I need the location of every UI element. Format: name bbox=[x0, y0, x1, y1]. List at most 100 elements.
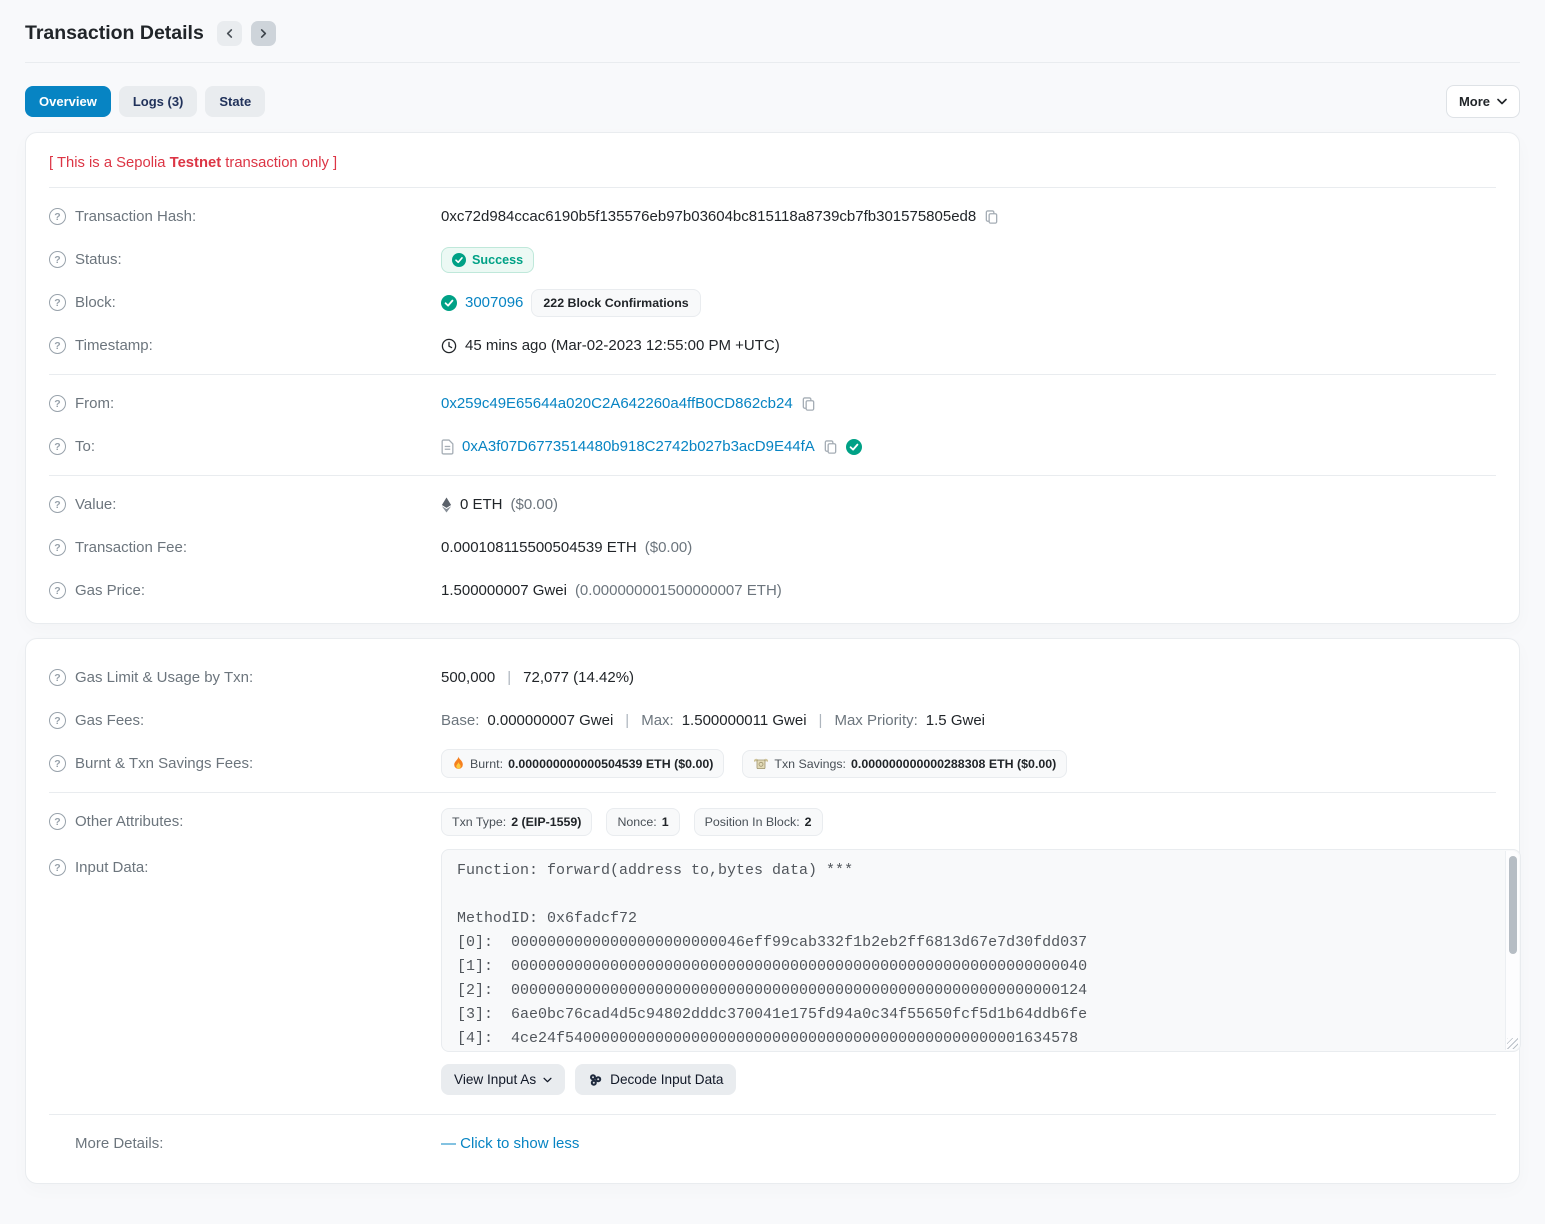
max-priority-fee-label: Max Priority: bbox=[834, 712, 917, 729]
input-data-line: [1]: 00000000000000000000000000000000000… bbox=[457, 955, 1486, 979]
block-label-group: ? Block: bbox=[49, 294, 441, 311]
nonce-label: Nonce: bbox=[617, 815, 656, 829]
value-usd: ($0.00) bbox=[511, 496, 559, 513]
txn-type-value: 2 (EIP-1559) bbox=[511, 815, 581, 829]
txn-type-badge: Txn Type: 2 (EIP-1559) bbox=[441, 808, 592, 836]
gas-price-eth: (0.000000001500000007 ETH) bbox=[575, 582, 782, 599]
transaction-fee-label-group: ? Transaction Fee: bbox=[49, 539, 441, 556]
status-badge: Success bbox=[441, 247, 534, 273]
timestamp-label: Timestamp: bbox=[75, 337, 153, 354]
row-to: ? To: 0xA3f07D6773514480b918C2742b027b3a… bbox=[49, 425, 1496, 468]
gas-fees-label: Gas Fees: bbox=[75, 712, 144, 729]
help-icon[interactable]: ? bbox=[49, 395, 66, 412]
block-check-icon bbox=[441, 295, 457, 311]
copy-from-address-button[interactable] bbox=[801, 396, 816, 412]
help-icon[interactable]: ? bbox=[49, 294, 66, 311]
position-in-block-label: Position In Block: bbox=[705, 815, 800, 829]
more-details-section: More Details: — Click to show less bbox=[49, 1115, 1496, 1179]
txn-savings-badge: Txn Savings: 0.000000000000288308 ETH ($… bbox=[742, 750, 1067, 778]
toolbar: Overview Logs (3) State More bbox=[25, 85, 1520, 118]
help-icon[interactable]: ? bbox=[49, 582, 66, 599]
other-attributes-label-group: ? Other Attributes: bbox=[49, 813, 441, 830]
help-icon[interactable]: ? bbox=[49, 539, 66, 556]
row-from: ? From: 0x259c49E65644a020C2A642260a4ffB… bbox=[49, 382, 1496, 425]
hash-status-section: ? Transaction Hash: 0xc72d984ccac6190b5f… bbox=[49, 188, 1496, 374]
copy-to-address-button[interactable] bbox=[823, 439, 838, 455]
position-in-block-badge: Position In Block: 2 bbox=[694, 808, 823, 836]
testnet-notice-prefix: [ This is a Sepolia bbox=[49, 155, 170, 171]
transaction-fee-amount: 0.000108115500504539 ETH bbox=[441, 539, 637, 556]
nonce-value: 1 bbox=[662, 815, 669, 829]
timestamp-value: 45 mins ago (Mar-02-2023 12:55:00 PM +UT… bbox=[465, 337, 780, 354]
gas-section: ? Gas Limit & Usage by Txn: 500,000 | 72… bbox=[49, 643, 1496, 792]
copy-transaction-hash-button[interactable] bbox=[984, 209, 999, 225]
chevron-left-icon bbox=[225, 29, 234, 38]
to-address-link[interactable]: 0xA3f07D6773514480b918C2742b027b3acD9E44… bbox=[462, 438, 815, 455]
txn-savings-money-icon bbox=[753, 757, 769, 770]
separator: | bbox=[621, 712, 633, 729]
more-button[interactable]: More bbox=[1446, 85, 1520, 118]
copy-icon bbox=[801, 396, 816, 412]
help-icon[interactable]: ? bbox=[49, 813, 66, 830]
success-check-icon bbox=[452, 253, 466, 267]
decode-input-data-button[interactable]: Decode Input Data bbox=[575, 1064, 736, 1095]
textarea-resize-grip[interactable] bbox=[1507, 1038, 1518, 1049]
help-icon[interactable]: ? bbox=[49, 755, 66, 772]
txn-savings-label: Txn Savings: bbox=[774, 757, 846, 771]
input-data-line: [2]: 00000000000000000000000000000000000… bbox=[457, 979, 1486, 1003]
input-data-line: [0]: 00000000000000000000000046eff99cab3… bbox=[457, 931, 1486, 955]
input-data-label: Input Data: bbox=[75, 859, 148, 876]
gas-fees-label-group: ? Gas Fees: bbox=[49, 712, 441, 729]
help-icon[interactable]: ? bbox=[49, 208, 66, 225]
row-gas-fees: ? Gas Fees: Base: 0.000000007 Gwei | Max… bbox=[49, 699, 1496, 742]
row-other-attributes: ? Other Attributes: Txn Type: 2 (EIP-155… bbox=[49, 800, 1496, 843]
from-label-group: ? From: bbox=[49, 395, 441, 412]
overview-card: [ This is a Sepolia Testnet transaction … bbox=[25, 132, 1520, 624]
input-data-scrollbar[interactable] bbox=[1505, 851, 1519, 1050]
nonce-badge: Nonce: 1 bbox=[606, 808, 679, 836]
chevron-right-icon bbox=[259, 29, 268, 38]
help-icon[interactable]: ? bbox=[49, 859, 66, 876]
tab-overview[interactable]: Overview bbox=[25, 86, 111, 117]
more-button-label: More bbox=[1459, 94, 1490, 109]
tab-bar: Overview Logs (3) State bbox=[25, 86, 265, 117]
help-icon[interactable]: ? bbox=[49, 251, 66, 268]
burnt-fees-value: 0.000000000000504539 ETH ($0.00) bbox=[508, 757, 713, 771]
help-icon[interactable]: ? bbox=[49, 496, 66, 513]
input-data-scrollbar-thumb[interactable] bbox=[1509, 856, 1517, 954]
testnet-notice: [ This is a Sepolia Testnet transaction … bbox=[49, 137, 1496, 187]
to-label-group: ? To: bbox=[49, 438, 441, 455]
burnt-fees-badge: Burnt: 0.000000000000504539 ETH ($0.00) bbox=[441, 749, 724, 778]
row-status: ? Status: Success bbox=[49, 238, 1496, 281]
row-gas-limit: ? Gas Limit & Usage by Txn: 500,000 | 72… bbox=[49, 656, 1496, 699]
view-input-as-button[interactable]: View Input As bbox=[441, 1064, 565, 1095]
decode-icon bbox=[588, 1073, 603, 1087]
help-icon[interactable]: ? bbox=[49, 669, 66, 686]
tab-state[interactable]: State bbox=[205, 86, 265, 117]
input-data-textarea[interactable]: Function: forward(address to,bytes data)… bbox=[441, 849, 1521, 1052]
from-address-link[interactable]: 0x259c49E65644a020C2A642260a4ffB0CD862cb… bbox=[441, 395, 793, 412]
previous-transaction-button[interactable] bbox=[217, 21, 242, 46]
copy-icon bbox=[984, 209, 999, 225]
next-transaction-button[interactable] bbox=[251, 21, 276, 46]
input-data-label-group: ? Input Data: bbox=[49, 849, 441, 876]
input-data-line: Function: forward(address to,bytes data)… bbox=[457, 859, 1486, 883]
chevron-down-icon bbox=[543, 1077, 552, 1083]
to-label: To: bbox=[75, 438, 95, 455]
decode-input-data-label: Decode Input Data bbox=[610, 1072, 723, 1087]
txn-type-label: Txn Type: bbox=[452, 815, 506, 829]
block-number-link[interactable]: 3007096 bbox=[465, 294, 523, 311]
value-amount: 0 ETH bbox=[460, 496, 503, 513]
help-icon[interactable]: ? bbox=[49, 438, 66, 455]
row-input-data: ? Input Data: Function: forward(address … bbox=[49, 849, 1496, 1099]
tab-logs[interactable]: Logs (3) bbox=[119, 86, 198, 117]
max-fee-label: Max: bbox=[641, 712, 674, 729]
help-icon[interactable]: ? bbox=[49, 712, 66, 729]
click-to-show-less-link[interactable]: — Click to show less bbox=[441, 1135, 579, 1152]
help-icon[interactable]: ? bbox=[49, 337, 66, 354]
page-header: Transaction Details bbox=[25, 0, 1520, 63]
view-input-as-label: View Input As bbox=[454, 1072, 536, 1087]
chevron-down-icon bbox=[1497, 98, 1507, 105]
separator: | bbox=[503, 669, 515, 686]
row-transaction-fee: ? Transaction Fee: 0.000108115500504539 … bbox=[49, 526, 1496, 569]
